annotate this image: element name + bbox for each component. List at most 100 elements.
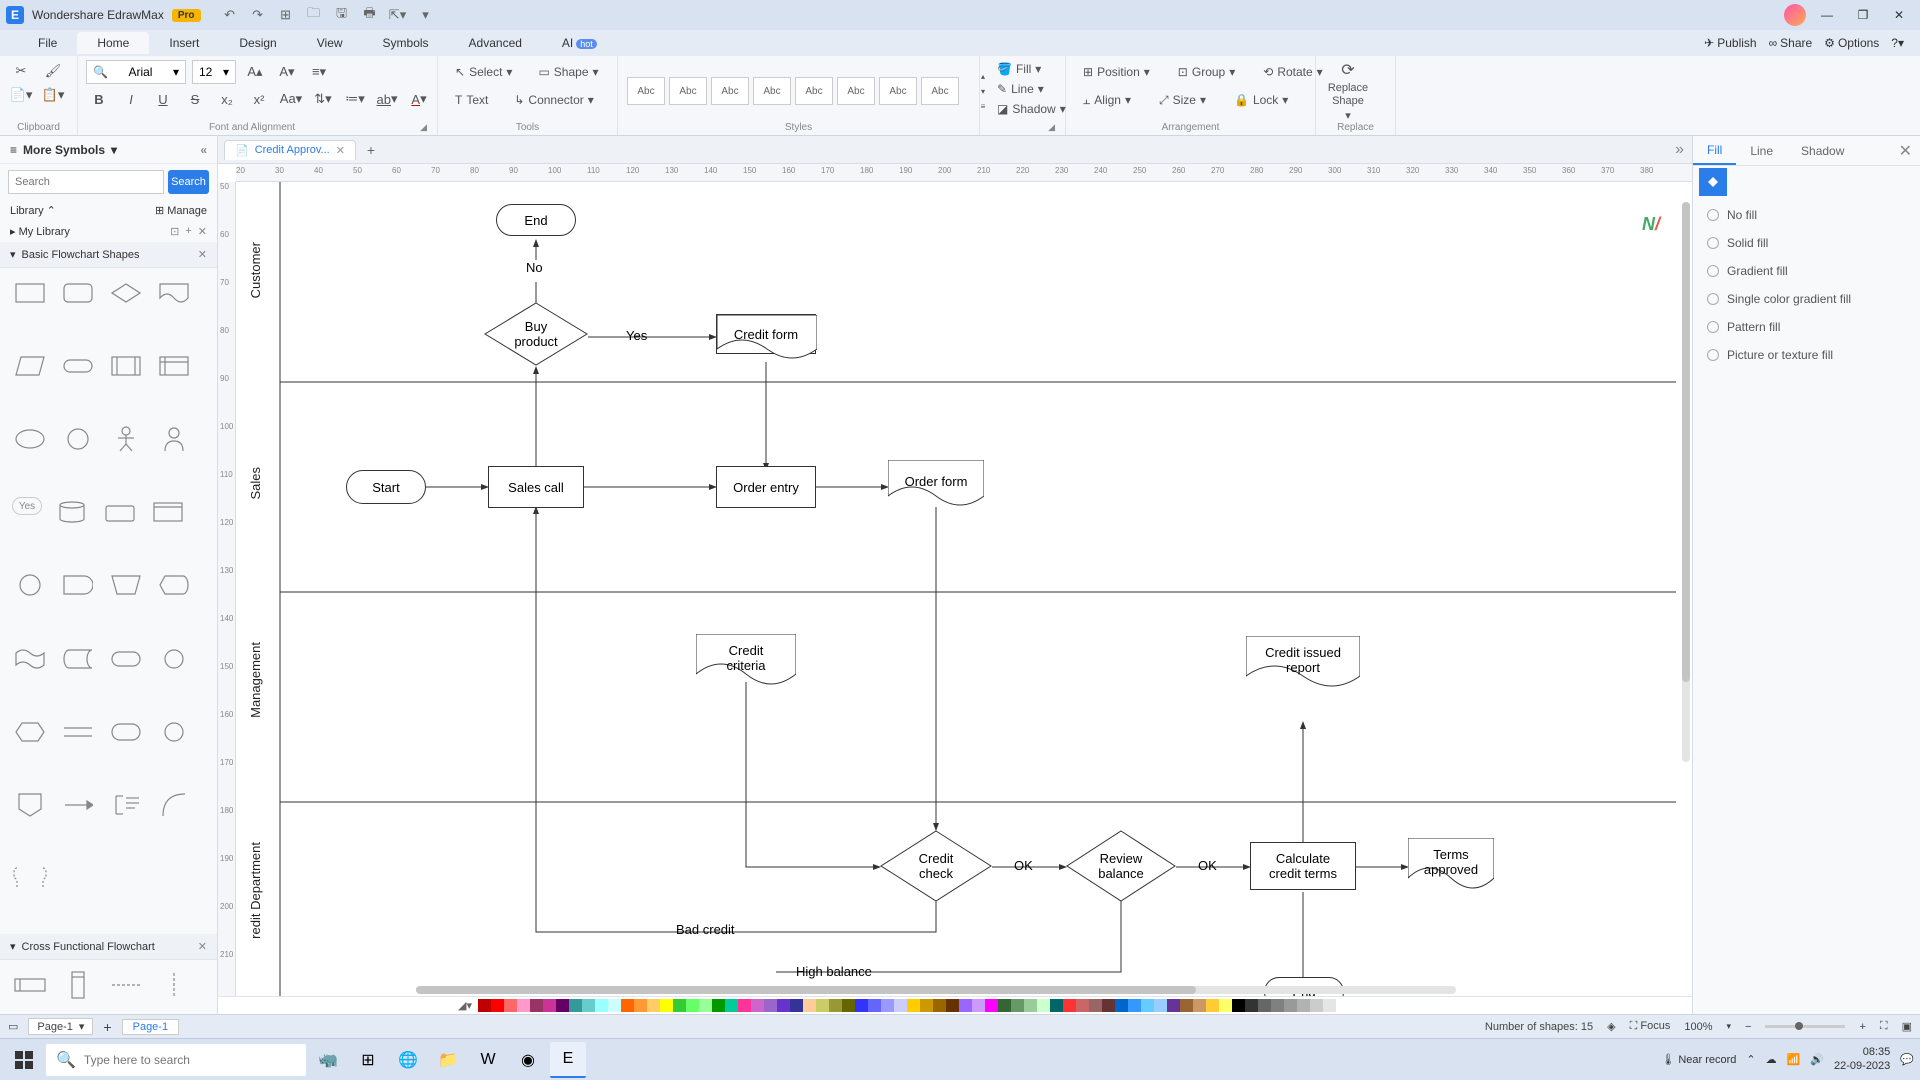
font-size-combo[interactable]: 12 ▾ bbox=[192, 60, 236, 84]
style-dialog-launcher[interactable]: ◢ bbox=[1046, 122, 1057, 133]
shape-order-form[interactable]: Order form bbox=[888, 460, 984, 502]
position-button[interactable]: ⊞ Position▾ bbox=[1074, 60, 1159, 84]
color-swatch[interactable] bbox=[686, 999, 699, 1012]
document-tab[interactable]: 📄 Credit Approv... ✕ bbox=[224, 140, 356, 160]
shape-credit-issued[interactable]: Credit issued report bbox=[1246, 636, 1360, 684]
color-swatch[interactable] bbox=[608, 999, 621, 1012]
paste-button[interactable]: 📋▾ bbox=[40, 84, 66, 106]
tray-notifications-icon[interactable]: 💬 bbox=[1900, 1053, 1914, 1066]
color-swatch[interactable] bbox=[1310, 999, 1323, 1012]
line-spacing-button[interactable]: ⇅▾ bbox=[310, 88, 336, 110]
color-swatch[interactable] bbox=[647, 999, 660, 1012]
shape-predefined[interactable] bbox=[108, 351, 144, 381]
window-close-button[interactable]: ✕ bbox=[1884, 3, 1914, 27]
color-swatch[interactable] bbox=[1193, 999, 1206, 1012]
color-swatch[interactable] bbox=[725, 999, 738, 1012]
color-swatch[interactable] bbox=[491, 999, 504, 1012]
style-swatch[interactable]: Abc bbox=[669, 77, 707, 105]
shape-frame[interactable] bbox=[150, 497, 186, 527]
style-gallery[interactable]: Abc Abc Abc Abc Abc Abc Abc Abc bbox=[626, 76, 960, 106]
share-button[interactable]: ∞ Share bbox=[1769, 36, 1813, 50]
group-button[interactable]: ⊡ Group▾ bbox=[1169, 60, 1244, 84]
page-selector[interactable]: Page-1 ▾ bbox=[28, 1018, 93, 1035]
basic-flowchart-section[interactable]: ▾ Basic Flowchart Shapes✕ bbox=[0, 242, 217, 268]
color-swatch[interactable] bbox=[1128, 999, 1141, 1012]
shape-card[interactable] bbox=[102, 497, 138, 527]
symbol-search-button[interactable]: Search bbox=[168, 170, 209, 194]
user-avatar[interactable] bbox=[1784, 4, 1806, 26]
style-swatch[interactable]: Abc bbox=[627, 77, 665, 105]
shape-terminator[interactable] bbox=[108, 644, 144, 674]
connector-tool-button[interactable]: ↳ Connector ▾ bbox=[505, 88, 602, 112]
color-swatch[interactable] bbox=[946, 999, 959, 1012]
fit-page-button[interactable]: ⛶ bbox=[1880, 1020, 1888, 1033]
taskbar-search-input[interactable] bbox=[84, 1053, 296, 1067]
color-swatch[interactable] bbox=[881, 999, 894, 1012]
fill-tool-icon[interactable] bbox=[1699, 168, 1727, 196]
format-panel-close-icon[interactable]: ✕ bbox=[1891, 141, 1920, 161]
fill-opt-pattern[interactable]: Pattern fill bbox=[1707, 320, 1906, 334]
zoom-slider[interactable] bbox=[1765, 1025, 1845, 1028]
color-swatch[interactable] bbox=[673, 999, 686, 1012]
lock-button[interactable]: 🔒 Lock▾ bbox=[1225, 88, 1297, 112]
fullscreen-button[interactable]: ▣ bbox=[1902, 1020, 1912, 1033]
focus-button[interactable]: ⛶ Focus bbox=[1630, 1020, 1671, 1033]
canvas-vscrollbar[interactable] bbox=[1682, 202, 1690, 762]
color-swatch[interactable] bbox=[894, 999, 907, 1012]
shape-circle3[interactable] bbox=[156, 717, 192, 747]
symbols-header[interactable]: ≡ More Symbols ▾« bbox=[0, 136, 217, 164]
color-swatch[interactable] bbox=[1180, 999, 1193, 1012]
shape-brace[interactable] bbox=[12, 863, 48, 893]
shape-ellipse[interactable] bbox=[12, 424, 48, 454]
redo-button[interactable]: ↷ bbox=[249, 6, 267, 24]
collapse-panel-button[interactable]: « bbox=[200, 143, 207, 157]
add-document-tab[interactable]: + bbox=[360, 139, 382, 161]
color-swatch[interactable] bbox=[842, 999, 855, 1012]
color-swatch[interactable] bbox=[1037, 999, 1050, 1012]
color-swatch[interactable] bbox=[803, 999, 816, 1012]
color-swatch[interactable] bbox=[1011, 999, 1024, 1012]
style-swatch[interactable]: Abc bbox=[921, 77, 959, 105]
menu-advanced[interactable]: Advanced bbox=[449, 32, 542, 54]
color-swatch[interactable] bbox=[1141, 999, 1154, 1012]
tray-chevron-icon[interactable]: ⌃ bbox=[1746, 1053, 1755, 1066]
align-button[interactable]: ⫠ Align▾ bbox=[1074, 88, 1140, 112]
zoom-out-button[interactable]: − bbox=[1745, 1021, 1751, 1033]
save-button[interactable]: 🖫 bbox=[333, 6, 351, 24]
shrink-font-button[interactable]: A▾ bbox=[274, 61, 300, 83]
color-swatch[interactable] bbox=[1271, 999, 1284, 1012]
color-swatch[interactable] bbox=[582, 999, 595, 1012]
open-button[interactable]: 🗀 bbox=[305, 6, 323, 24]
color-swatch[interactable] bbox=[1076, 999, 1089, 1012]
shape-hexagon[interactable] bbox=[12, 717, 48, 747]
color-swatch[interactable] bbox=[569, 999, 582, 1012]
shape-annotation[interactable] bbox=[108, 790, 144, 820]
color-swatch[interactable] bbox=[1115, 999, 1128, 1012]
shape-arrow[interactable] bbox=[60, 790, 96, 820]
highlight-button[interactable]: ab▾ bbox=[374, 88, 400, 110]
color-swatch[interactable] bbox=[1284, 999, 1297, 1012]
section2-close-icon[interactable]: ✕ bbox=[198, 940, 207, 953]
weather-widget[interactable]: 🌡 Near record bbox=[1661, 1053, 1736, 1066]
format-tab-line[interactable]: Line bbox=[1736, 136, 1787, 165]
shape-yes-label[interactable]: Yes bbox=[12, 497, 42, 515]
window-minimize-button[interactable]: — bbox=[1812, 3, 1842, 27]
color-swatch[interactable] bbox=[1024, 999, 1037, 1012]
shape-actor[interactable] bbox=[108, 424, 144, 454]
undo-button[interactable]: ↶ bbox=[221, 6, 239, 24]
lib-expand-icon[interactable]: ⊡ bbox=[170, 225, 179, 238]
word-icon[interactable]: W bbox=[470, 1042, 506, 1078]
explorer-icon[interactable]: 📁 bbox=[430, 1042, 466, 1078]
bullets-button[interactable]: ≔▾ bbox=[342, 88, 368, 110]
shape-buy-product[interactable]: Buy product bbox=[484, 302, 588, 366]
shape-credit-check[interactable]: Credit check bbox=[880, 830, 992, 902]
shape-sales-call[interactable]: Sales call bbox=[488, 466, 584, 508]
format-tab-shadow[interactable]: Shadow bbox=[1787, 136, 1858, 165]
color-swatch[interactable] bbox=[1154, 999, 1167, 1012]
color-swatch[interactable] bbox=[738, 999, 751, 1012]
shape-connector[interactable] bbox=[156, 644, 192, 674]
color-swatch[interactable] bbox=[868, 999, 881, 1012]
color-swatch[interactable] bbox=[504, 999, 517, 1012]
shape-credit-criteria[interactable]: Credit criteria bbox=[696, 634, 796, 682]
shape-display[interactable] bbox=[156, 570, 192, 600]
